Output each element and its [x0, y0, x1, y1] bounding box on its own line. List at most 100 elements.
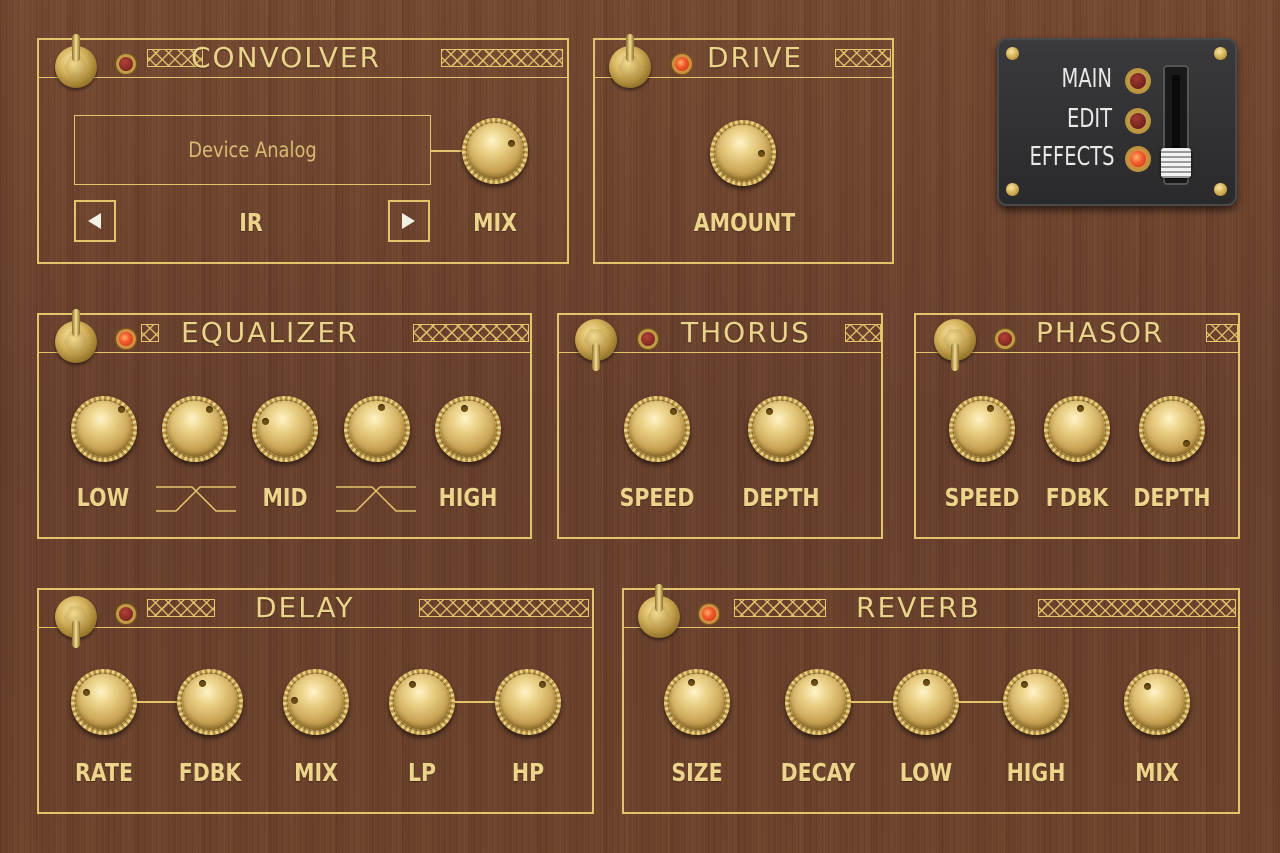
- drive-status-led: [671, 53, 693, 75]
- ir-prev-button[interactable]: [74, 200, 116, 242]
- nav-led-effects[interactable]: [1125, 146, 1151, 172]
- phasor-fdbk-label: FDBK: [1045, 483, 1109, 512]
- reverb-decay-knob[interactable]: [785, 669, 851, 735]
- hatch-decoration: [845, 324, 881, 342]
- reverb-size-label: SIZE: [671, 758, 723, 787]
- hatch-decoration: [441, 49, 563, 67]
- eq-low-mid-freq-knob[interactable]: [162, 396, 228, 462]
- drive-amount-label: AMOUNT: [693, 208, 796, 237]
- phasor-power-toggle[interactable]: [934, 319, 976, 371]
- phasor-title: PHASOR: [1036, 316, 1165, 349]
- ir-display-text: Device Analog: [188, 138, 317, 162]
- ir-display: Device Analog: [74, 115, 431, 185]
- thorus-speed-label: SPEED: [619, 483, 695, 512]
- page-selector-thumb[interactable]: [1161, 148, 1191, 178]
- convolver-power-toggle[interactable]: [55, 34, 97, 88]
- thorus-depth-label: DEPTH: [742, 483, 820, 512]
- reverb-mix-knob[interactable]: [1124, 669, 1190, 735]
- delay-hp-label: HP: [511, 758, 545, 787]
- delay-fdbk-knob[interactable]: [177, 669, 243, 735]
- hatch-decoration: [141, 324, 159, 342]
- reverb-size-knob[interactable]: [664, 669, 730, 735]
- connector-line: [455, 701, 495, 703]
- drive-amount-knob[interactable]: [710, 120, 776, 186]
- hatch-decoration: [1038, 599, 1236, 617]
- eq-mid-knob[interactable]: [252, 396, 318, 462]
- convolver-mix-knob[interactable]: [462, 118, 528, 184]
- phasor-speed-label: SPEED: [944, 483, 1020, 512]
- screw: [1214, 183, 1227, 196]
- eq-mid-label: MID: [262, 483, 308, 512]
- thorus-power-toggle[interactable]: [575, 319, 617, 371]
- equalizer-power-toggle[interactable]: [55, 309, 97, 363]
- screw: [1006, 47, 1019, 60]
- triangle-left-icon: [88, 213, 101, 229]
- reverb-low-knob[interactable]: [893, 669, 959, 735]
- drive-panel: DRIVE AMOUNT: [593, 34, 894, 264]
- thorus-status-led: [637, 328, 659, 350]
- thorus-title: THORUS: [681, 316, 811, 349]
- reverb-high-label: HIGH: [1006, 758, 1066, 787]
- connector-line: [431, 150, 463, 152]
- delay-status-led: [115, 603, 137, 625]
- nav-item-main[interactable]: MAIN: [1030, 64, 1112, 94]
- delay-lp-knob[interactable]: [389, 669, 455, 735]
- crossover-icon: [156, 486, 236, 512]
- convolver-mix-label: MIX: [473, 208, 517, 237]
- convolver-title: CONVOLVER: [191, 41, 382, 74]
- phasor-depth-label: DEPTH: [1133, 483, 1211, 512]
- nav-item-effects[interactable]: EFFECTS: [1030, 142, 1115, 172]
- hatch-decoration: [835, 49, 891, 67]
- triangle-right-icon: [402, 213, 415, 229]
- eq-high-knob[interactable]: [435, 396, 501, 462]
- reverb-high-knob[interactable]: [1003, 669, 1069, 735]
- screw: [1006, 183, 1019, 196]
- equalizer-title: EQUALIZER: [181, 316, 359, 349]
- page-selector-slider[interactable]: [1161, 65, 1191, 185]
- delay-lp-label: LP: [407, 758, 437, 787]
- nav-led-main[interactable]: [1125, 68, 1151, 94]
- connector-line: [137, 701, 177, 703]
- phasor-panel: PHASOR SPEED FDBK DEPTH: [914, 313, 1240, 539]
- convolver-panel: CONVOLVER Device Analog IR MIX: [37, 34, 569, 264]
- drive-power-toggle[interactable]: [609, 34, 651, 88]
- reverb-low-label: LOW: [899, 758, 953, 787]
- reverb-decay-label: DECAY: [780, 758, 856, 787]
- drive-title: DRIVE: [707, 41, 804, 74]
- reverb-power-toggle[interactable]: [638, 584, 680, 638]
- delay-title: DELAY: [255, 591, 355, 624]
- phasor-depth-knob[interactable]: [1139, 396, 1205, 462]
- eq-mid-high-freq-knob[interactable]: [344, 396, 410, 462]
- connector-line: [959, 701, 1003, 703]
- equalizer-panel: EQUALIZER LOW MID HIGH: [37, 309, 532, 539]
- delay-mix-knob[interactable]: [283, 669, 349, 735]
- delay-power-toggle[interactable]: [55, 596, 97, 648]
- delay-fdbk-label: FDBK: [178, 758, 242, 787]
- delay-rate-knob[interactable]: [71, 669, 137, 735]
- convolver-status-led: [115, 53, 137, 75]
- connector-line: [851, 701, 893, 703]
- nav-led-edit[interactable]: [1125, 108, 1151, 134]
- eq-low-label: LOW: [76, 483, 130, 512]
- thorus-panel: THORUS SPEED DEPTH: [557, 313, 883, 539]
- hatch-decoration: [734, 599, 826, 617]
- ir-next-button[interactable]: [388, 200, 430, 242]
- thorus-speed-knob[interactable]: [624, 396, 690, 462]
- phasor-status-led: [994, 328, 1016, 350]
- hatch-decoration: [1206, 324, 1238, 342]
- delay-hp-knob[interactable]: [495, 669, 561, 735]
- thorus-depth-knob[interactable]: [748, 396, 814, 462]
- nav-item-edit[interactable]: EDIT: [1030, 104, 1112, 134]
- delay-panel: DELAY RATE FDBK MIX LP HP: [37, 588, 594, 814]
- phasor-speed-knob[interactable]: [949, 396, 1015, 462]
- ir-label: IR: [239, 208, 263, 237]
- reverb-panel: REVERB SIZE DECAY LOW HIGH MIX: [622, 584, 1240, 814]
- crossover-icon: [336, 486, 416, 512]
- delay-mix-label: MIX: [294, 758, 338, 787]
- hatch-decoration: [419, 599, 589, 617]
- phasor-fdbk-knob[interactable]: [1044, 396, 1110, 462]
- eq-low-knob[interactable]: [71, 396, 137, 462]
- nav-panel: MAIN EDIT EFFECTS: [997, 38, 1237, 206]
- hatch-decoration: [147, 599, 215, 617]
- reverb-status-led: [698, 603, 720, 625]
